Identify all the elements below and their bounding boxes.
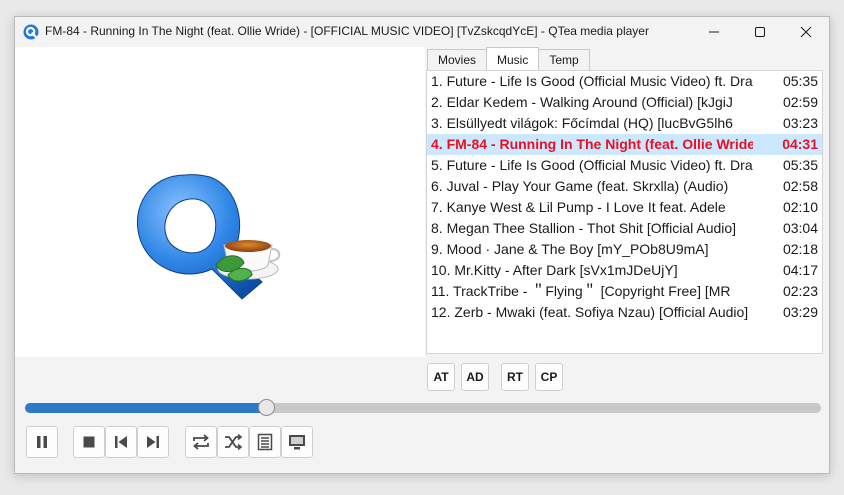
title-bar[interactable]: FM-84 - Running In The Night (feat. Olli…: [15, 17, 829, 47]
playlist-tabs: Movies Music Temp: [427, 47, 590, 71]
tab-movies[interactable]: Movies: [427, 49, 488, 71]
playlist-row[interactable]: 6. Juval - Play Your Game (feat. Skrxlla…: [427, 176, 822, 197]
tab-music[interactable]: Music: [486, 47, 540, 71]
tab-temp[interactable]: Temp: [538, 49, 590, 71]
pause-button[interactable]: [26, 426, 58, 458]
next-icon: [147, 436, 159, 448]
playlist-row[interactable]: 7. Kanye West & Lil Pump - I Love It fea…: [427, 197, 822, 218]
qtea-logo: [136, 174, 281, 300]
repeat-icon: [193, 434, 209, 450]
track-duration: 02:18: [782, 241, 818, 257]
playlist-button[interactable]: [249, 426, 281, 458]
track-duration: 05:35: [782, 157, 818, 173]
playlist-icon: [257, 433, 273, 451]
maximize-icon: [755, 27, 765, 37]
track-title: 12. Zerb - Mwaki (feat. Sofiya Nzau) [Of…: [431, 304, 749, 320]
close-icon: [800, 26, 812, 38]
track-title: 11. TrackTribe - ＂Flying＂ [Copyright Fre…: [431, 283, 731, 299]
pause-icon: [37, 436, 47, 448]
repeat-button[interactable]: [185, 426, 217, 458]
track-duration: 03:29: [782, 304, 818, 320]
playlist-row[interactable]: 1. Future - Life Is Good (Official Music…: [427, 71, 822, 92]
playlist-row[interactable]: 9. Mood · Jane & The Boy [mY_POb8U9mA] 02…: [427, 239, 822, 260]
track-duration: 02:10: [782, 199, 818, 215]
track-title: 9. Mood · Jane & The Boy [mY_POb8U9mA]: [431, 241, 709, 257]
track-title: 2. Eldar Kedem - Walking Around (Officia…: [431, 94, 733, 110]
shuffle-icon: [225, 433, 243, 451]
track-duration: 04:31: [782, 136, 818, 152]
fullscreen-button[interactable]: [281, 426, 313, 458]
playlist[interactable]: 1. Future - Life Is Good (Official Music…: [426, 70, 823, 354]
track-duration: 02:59: [782, 94, 818, 110]
playlist-row[interactable]: 10. Mr.Kitty - After Dark [sVx1mJDeUjY] 0…: [427, 260, 822, 281]
next-button[interactable]: [137, 426, 169, 458]
track-title: 4. FM-84 - Running In The Night (feat. O…: [431, 136, 753, 152]
seek-handle[interactable]: [258, 399, 276, 416]
previous-icon: [115, 436, 127, 448]
close-button[interactable]: [783, 17, 829, 47]
track-title: 1. Future - Life Is Good (Official Music…: [431, 73, 753, 89]
seek-slider[interactable]: [25, 399, 821, 416]
stop-button[interactable]: [73, 426, 105, 458]
track-title: 5. Future - Life Is Good (Official Music…: [431, 157, 753, 173]
monitor-icon: [289, 435, 305, 450]
ad-button[interactable]: AD: [461, 363, 489, 391]
app-window: FM-84 - Running In The Night (feat. Olli…: [14, 16, 830, 474]
playlist-row[interactable]: 8. Megan Thee Stallion - Thot Shit [Offi…: [427, 218, 822, 239]
track-title: 8. Megan Thee Stallion - Thot Shit [Offi…: [431, 220, 737, 236]
shuffle-button[interactable]: [217, 426, 249, 458]
track-title: 6. Juval - Play Your Game (feat. Skrxlla…: [431, 178, 729, 194]
cp-button[interactable]: CP: [535, 363, 563, 391]
track-title: 7. Kanye West & Lil Pump - I Love It fea…: [431, 199, 726, 215]
qtea-q-icon: [23, 24, 39, 40]
playlist-row[interactable]: 4. FM-84 - Running In The Night (feat. O…: [427, 134, 822, 155]
stop-icon: [83, 436, 95, 448]
minimize-button[interactable]: [691, 17, 737, 47]
window-title: FM-84 - Running In The Night (feat. Olli…: [45, 24, 649, 38]
playlist-row[interactable]: 3. Elsüllyedt világok: Főcímdal (HQ) [lu…: [427, 113, 822, 134]
track-duration: 02:58: [782, 178, 818, 194]
playlist-row[interactable]: 12. Zerb - Mwaki (feat. Sofiya Nzau) [Of…: [427, 302, 822, 323]
minimize-icon: [709, 31, 719, 33]
seek-fill: [25, 403, 267, 413]
previous-button[interactable]: [105, 426, 137, 458]
track-duration: 04:17: [782, 262, 818, 278]
track-duration: 03:23: [782, 115, 818, 131]
track-title: 10. Mr.Kitty - After Dark [sVx1mJDeUjY]: [431, 262, 678, 278]
playlist-row[interactable]: 5. Future - Life Is Good (Official Music…: [427, 155, 822, 176]
playlist-row[interactable]: 2. Eldar Kedem - Walking Around (Officia…: [427, 92, 822, 113]
track-duration: 03:04: [782, 220, 818, 236]
track-title: 3. Elsüllyedt világok: Főcímdal (HQ) [lu…: [431, 115, 733, 131]
at-button[interactable]: AT: [427, 363, 455, 391]
track-duration: 05:35: [782, 73, 818, 89]
playlist-row[interactable]: 11. TrackTribe - ＂Flying＂ [Copyright Fre…: [427, 281, 822, 302]
maximize-button[interactable]: [737, 17, 783, 47]
video-area[interactable]: [15, 47, 425, 357]
track-duration: 02:23: [782, 283, 818, 299]
rt-button[interactable]: RT: [501, 363, 529, 391]
